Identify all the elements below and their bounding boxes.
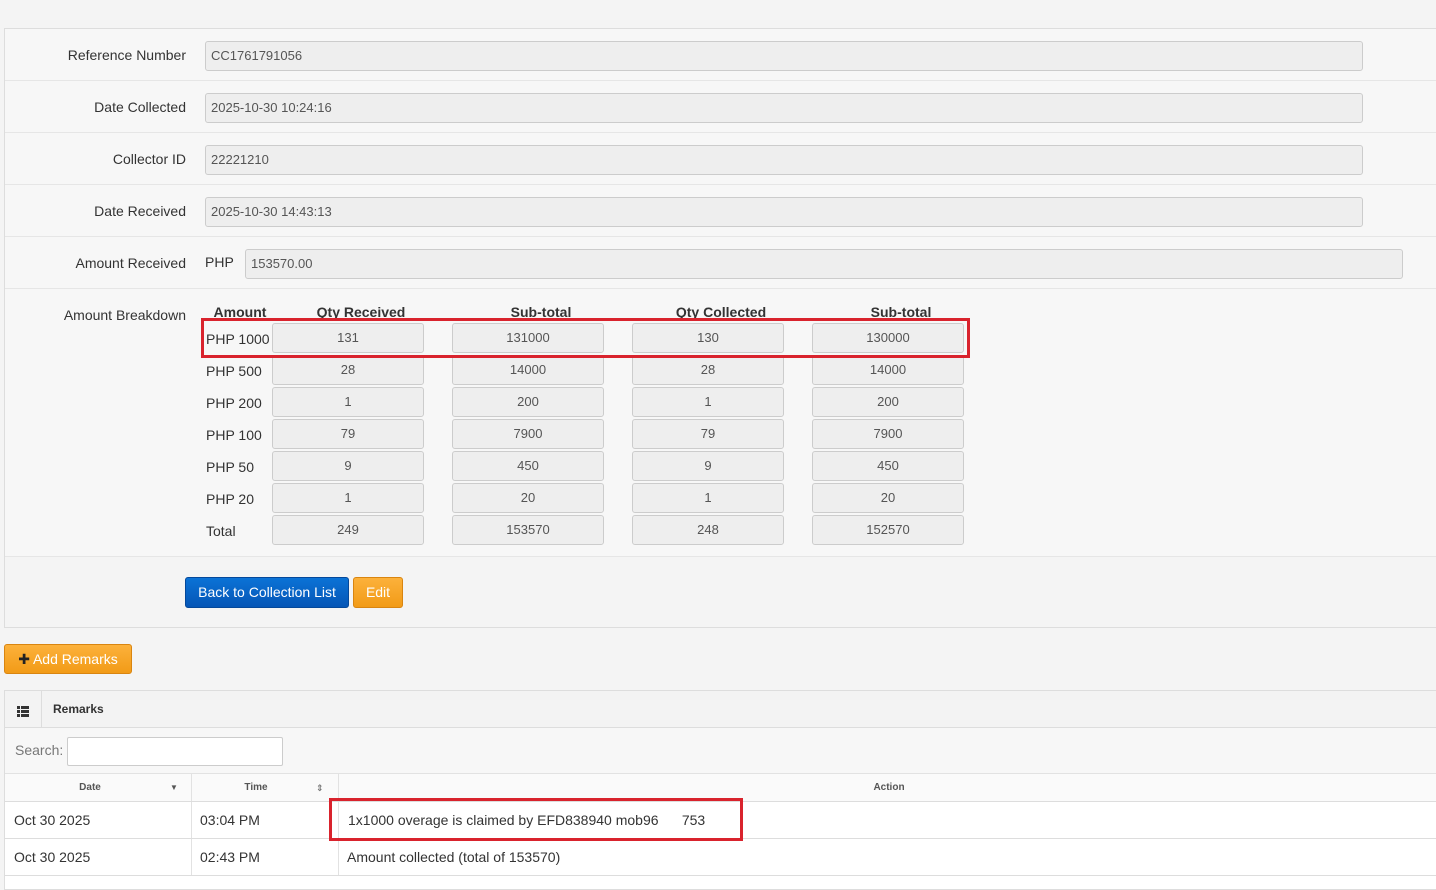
subtotal-received-cell: 200	[452, 387, 604, 417]
subtotal-collected-cell: 14000	[812, 355, 964, 385]
reference-number-label: Reference Number	[67, 47, 186, 63]
qty-collected-cell: 28	[632, 355, 784, 385]
date-collected-label: Date Collected	[94, 99, 186, 115]
qty-received-cell: 1	[272, 483, 424, 513]
collector-id-field: 22221210	[205, 145, 1363, 175]
subtotal-received-cell: 7900	[452, 419, 604, 449]
breakdown-header-amount: Amount	[213, 304, 267, 320]
subtotal-collected-cell: 20	[812, 483, 964, 513]
breakdown-amount-label: PHP 200	[206, 395, 262, 411]
breakdown-amount-label: PHP 500	[206, 363, 262, 379]
subtotal-collected-cell: 7900	[812, 419, 964, 449]
remark-date: Oct 30 2025	[14, 849, 91, 865]
column-divider	[338, 839, 339, 875]
collection-detail-panel: Reference Number CC1761791056 Date Colle…	[4, 28, 1436, 628]
qty-received-cell: 79	[272, 419, 424, 449]
amount-received-label: Amount Received	[75, 255, 186, 271]
breakdown-total-label: Total	[206, 523, 236, 539]
date-received-field: 2025-10-30 14:43:13	[205, 197, 1363, 227]
remark-action: 1x1000 overage is claimed by EFD838940 m…	[348, 812, 706, 828]
column-divider	[338, 802, 339, 838]
add-remarks-button[interactable]: ✚ Add Remarks	[4, 644, 132, 674]
column-header-action-label: Action	[873, 782, 905, 793]
amount-breakdown-label: Amount Breakdown	[63, 307, 186, 323]
breakdown-header-qty-collected: Qty Collected	[675, 304, 767, 320]
search-row: Search:	[5, 728, 1436, 774]
subtotal-collected-cell: 450	[812, 451, 964, 481]
total-subtotal-received-cell: 153570	[452, 515, 604, 545]
amount-received-field: 153570.00	[245, 249, 1403, 279]
column-divider	[191, 839, 192, 875]
remark-date: Oct 30 2025	[14, 812, 91, 828]
total-subtotal-collected-cell: 152570	[812, 515, 964, 545]
breakdown-amount-label: PHP 100	[206, 427, 262, 443]
breakdown-header-subtotal-received: Sub-total	[510, 304, 572, 320]
qty-collected-cell: 130	[632, 323, 784, 353]
back-to-collection-list-button[interactable]: Back to Collection List	[185, 577, 349, 608]
date-received-label: Date Received	[94, 203, 186, 219]
column-header-date[interactable]: Date ▼	[5, 774, 178, 802]
subtotal-collected-cell: 130000	[812, 323, 964, 353]
subtotal-received-cell: 450	[452, 451, 604, 481]
qty-collected-cell: 9	[632, 451, 784, 481]
column-header-time-label: Time	[244, 782, 268, 793]
date-collected-field: 2025-10-30 10:24:16	[205, 93, 1363, 123]
table-row: Oct 30 2025 03:04 PM 1x1000 overage is c…	[5, 802, 1436, 839]
add-remarks-label: Add Remarks	[32, 651, 118, 667]
subtotal-collected-cell: 200	[812, 387, 964, 417]
total-qty-received-cell: 249	[272, 515, 424, 545]
qty-received-cell: 9	[272, 451, 424, 481]
remarks-panel: Remarks Search: Date ▼ Time ⇕ Action Oct…	[4, 690, 1436, 890]
plus-icon: ✚	[18, 651, 30, 667]
top-bar	[0, 0, 1436, 28]
remark-time: 02:43 PM	[200, 849, 260, 865]
breakdown-amount-label: PHP 50	[206, 459, 254, 475]
collector-id-row: Collector ID 22221210	[5, 133, 1436, 185]
list-icon	[17, 704, 29, 717]
column-header-time[interactable]: Time ⇕	[192, 774, 323, 802]
remark-action: Amount collected (total of 153570)	[347, 849, 561, 865]
currency-prefix: PHP	[205, 254, 234, 270]
reference-number-row: Reference Number CC1761791056	[5, 29, 1436, 81]
qty-received-cell: 1	[272, 387, 424, 417]
qty-received-cell: 28	[272, 355, 424, 385]
breakdown-header-subtotal-collected: Sub-total	[870, 304, 932, 320]
date-received-row: Date Received 2025-10-30 14:43:13	[5, 185, 1436, 237]
edit-button[interactable]: Edit	[353, 577, 403, 608]
amount-received-row: Amount Received PHP 153570.00	[5, 237, 1436, 289]
qty-collected-cell: 79	[632, 419, 784, 449]
remark-time: 03:04 PM	[200, 812, 260, 828]
column-header-date-label: Date	[79, 782, 101, 793]
search-input[interactable]	[67, 737, 283, 766]
breakdown-amount-label: PHP 1000	[206, 331, 270, 347]
subtotal-received-cell: 131000	[452, 323, 604, 353]
subtotal-received-cell: 14000	[452, 355, 604, 385]
table-row: Oct 30 2025 02:43 PM Amount collected (t…	[5, 839, 1436, 876]
remarks-title: Remarks	[53, 702, 104, 716]
form-actions-row: Back to Collection List Edit	[5, 557, 1436, 627]
subtotal-received-cell: 20	[452, 483, 604, 513]
collector-id-label: Collector ID	[112, 151, 186, 167]
breakdown-header-qty-received: Qty Received	[316, 304, 406, 320]
reference-number-field: CC1761791056	[205, 41, 1363, 71]
sort-icon: ⇕	[316, 783, 324, 793]
total-qty-collected-cell: 248	[632, 515, 784, 545]
qty-collected-cell: 1	[632, 387, 784, 417]
qty-collected-cell: 1	[632, 483, 784, 513]
column-header-action[interactable]: Action	[339, 774, 1436, 802]
table-header-row: Date ▼ Time ⇕ Action	[5, 774, 1436, 802]
sort-desc-icon: ▼	[170, 783, 178, 792]
date-collected-row: Date Collected 2025-10-30 10:24:16	[5, 81, 1436, 133]
qty-received-cell: 131	[272, 323, 424, 353]
search-label: Search:	[15, 742, 64, 758]
remarks-header: Remarks	[5, 691, 1436, 728]
breakdown-amount-label: PHP 20	[206, 491, 254, 507]
header-divider	[41, 691, 42, 728]
column-divider	[191, 802, 192, 838]
